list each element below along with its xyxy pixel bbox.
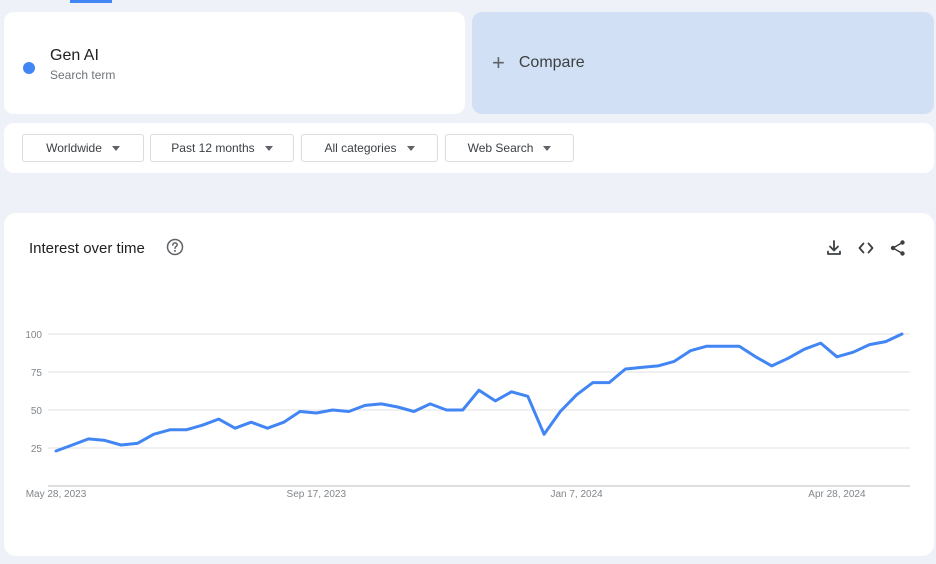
data-point bbox=[380, 402, 383, 405]
interest-chart: 25 50 75 100 May 28, 2023 Sep 17, 2023 Jan 7, … bbox=[25, 330, 910, 500]
data-point bbox=[136, 442, 139, 445]
data-point bbox=[250, 421, 253, 424]
y-tick-label: 75 bbox=[31, 368, 43, 379]
y-tick-label: 50 bbox=[31, 406, 43, 417]
x-tick-label: Jan 7, 2024 bbox=[550, 489, 603, 500]
data-point bbox=[120, 443, 123, 446]
data-point bbox=[754, 355, 757, 358]
x-tick-label: Apr 28, 2024 bbox=[808, 489, 866, 500]
data-point bbox=[510, 390, 513, 393]
y-tick-label: 100 bbox=[25, 330, 42, 341]
x-tick-label: May 28, 2023 bbox=[26, 489, 87, 500]
data-point bbox=[364, 404, 367, 407]
data-point bbox=[901, 333, 904, 336]
data-point bbox=[478, 389, 481, 392]
data-point bbox=[347, 410, 350, 413]
data-point bbox=[494, 399, 497, 402]
data-point bbox=[852, 351, 855, 354]
data-point bbox=[55, 450, 58, 453]
data-point bbox=[884, 340, 887, 343]
data-point bbox=[71, 443, 74, 446]
y-tick-label: 25 bbox=[31, 444, 43, 455]
data-point bbox=[185, 428, 188, 431]
data-point bbox=[787, 357, 790, 360]
data-point bbox=[233, 427, 236, 430]
data-point bbox=[543, 433, 546, 436]
data-point bbox=[201, 424, 204, 427]
data-point bbox=[559, 410, 562, 413]
data-point bbox=[152, 433, 155, 436]
data-point bbox=[429, 402, 432, 405]
data-point bbox=[868, 343, 871, 346]
data-point bbox=[412, 410, 415, 413]
x-tick-label: Sep 17, 2023 bbox=[287, 489, 347, 500]
data-point bbox=[770, 364, 773, 367]
data-point bbox=[591, 381, 594, 384]
data-point bbox=[722, 345, 725, 348]
data-point bbox=[217, 418, 220, 421]
data-point bbox=[168, 428, 171, 431]
data-point bbox=[689, 349, 692, 352]
data-point bbox=[673, 360, 676, 363]
data-point bbox=[315, 412, 318, 415]
data-point bbox=[103, 439, 106, 442]
series-line bbox=[54, 332, 904, 453]
data-point bbox=[819, 342, 822, 345]
data-point bbox=[656, 364, 659, 367]
data-point bbox=[575, 393, 578, 396]
data-point bbox=[445, 409, 448, 412]
data-point bbox=[266, 427, 269, 430]
data-point bbox=[461, 409, 464, 412]
data-point bbox=[331, 409, 334, 412]
data-point bbox=[396, 405, 399, 408]
data-point bbox=[835, 355, 838, 358]
data-point bbox=[624, 367, 627, 370]
data-point bbox=[803, 348, 806, 351]
data-point bbox=[608, 381, 611, 384]
data-point bbox=[87, 437, 90, 440]
data-point bbox=[299, 410, 302, 413]
data-point bbox=[738, 345, 741, 348]
data-point bbox=[640, 366, 643, 369]
data-point bbox=[282, 421, 285, 424]
data-point bbox=[705, 345, 708, 348]
data-point bbox=[526, 395, 529, 398]
